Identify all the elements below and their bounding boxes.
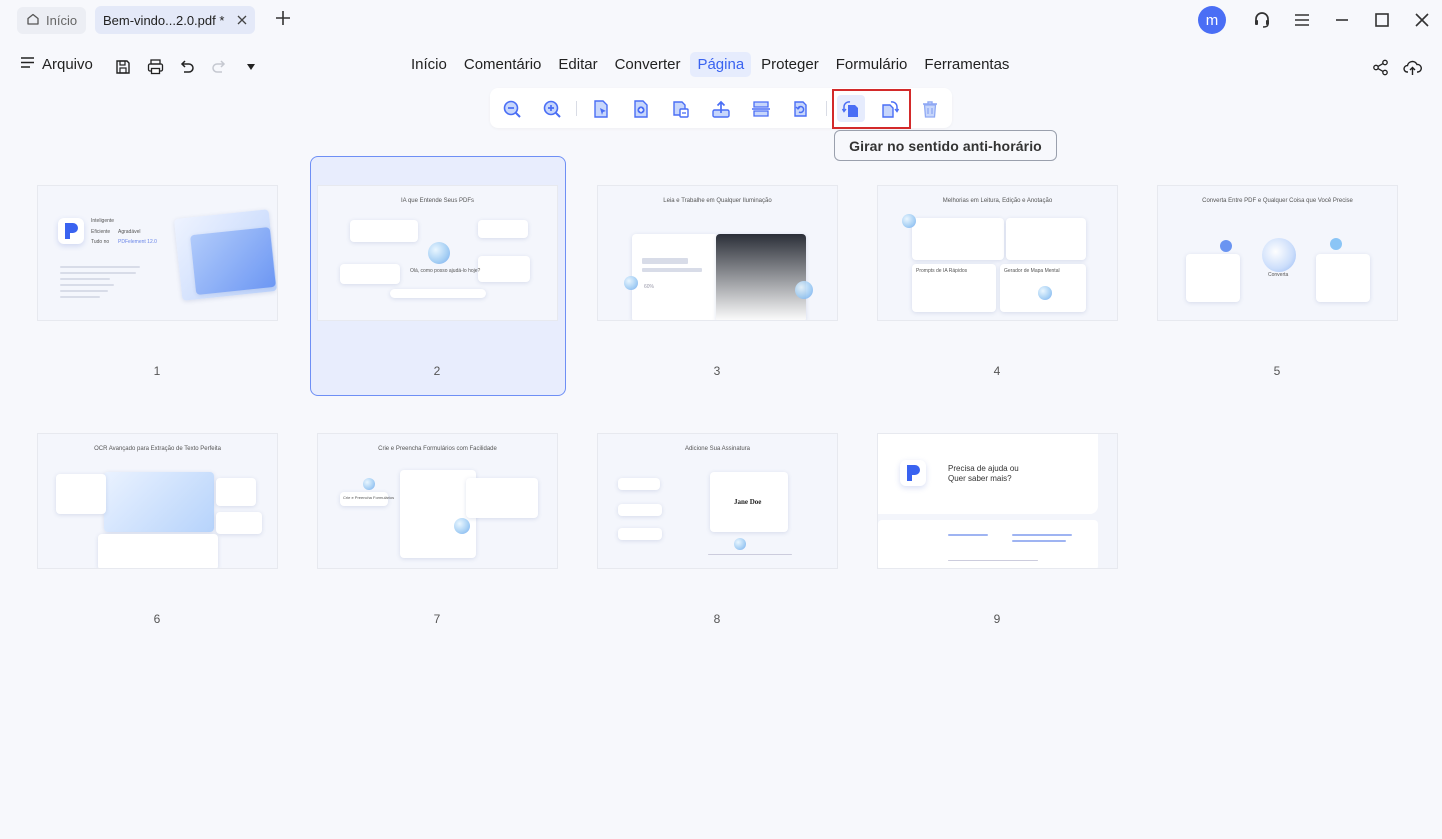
main-menu: Início Comentário Editar Converter Págin… (404, 52, 1019, 77)
home-tab[interactable]: Início (17, 7, 87, 34)
page2-title: IA que Entende Seus PDFs (400, 198, 475, 204)
page-thumbnail-7[interactable]: Crie e Preencha Formulários com Facilida… (317, 433, 558, 569)
close-tab-icon[interactable] (237, 12, 247, 29)
close-window-icon[interactable] (1410, 8, 1434, 32)
page3-title: Leia e Trabalhe em Qualquer Iluminação (663, 198, 772, 204)
insert-page-button[interactable] (629, 97, 653, 121)
page-thumbnail-4[interactable]: Melhorias em Leitura, Edição e Anotação … (877, 185, 1118, 321)
page-thumbnail-5[interactable]: Converta Entre PDF e Qualquer Coisa que … (1157, 185, 1398, 321)
zoom-in-button[interactable] (540, 97, 564, 121)
toolbar-divider (826, 101, 827, 116)
page1-text-2: Eficiente (91, 229, 111, 235)
page-number-6: 6 (153, 612, 161, 626)
title-bar: Início Bem-vindo...2.0.pdf * m (0, 0, 1442, 40)
page-thumbnail-3[interactable]: Leia e Trabalhe em Qualquer Iluminação 6… (597, 185, 838, 321)
page7-title: Crie e Preencha Formulários com Facilida… (378, 446, 497, 452)
page9-text-1: Precisa de ajuda ou (948, 464, 1019, 473)
page2-text-1: Olá, como posso ajudá-lo hoje? (410, 268, 481, 274)
print-icon[interactable] (144, 56, 166, 78)
user-avatar[interactable]: m (1198, 6, 1226, 34)
home-tab-label: Início (46, 13, 78, 28)
page-thumbnail-1[interactable]: Inteligente Eficiente Agradável Tudo no … (37, 185, 278, 321)
maximize-icon[interactable] (1370, 8, 1394, 32)
minimize-icon[interactable] (1330, 8, 1354, 32)
new-tab-button[interactable] (275, 8, 291, 30)
page8-title: Adicione Sua Assinatura (684, 446, 751, 452)
file-menu-button[interactable]: Arquivo (20, 56, 93, 73)
export-page-button[interactable] (709, 97, 733, 121)
menu-formulario[interactable]: Formulário (829, 52, 915, 77)
zoom-out-button[interactable] (500, 97, 524, 121)
extract-page-button[interactable] (589, 97, 613, 121)
split-page-button[interactable] (749, 97, 773, 121)
undo-icon[interactable] (176, 56, 198, 78)
document-tab[interactable]: Bem-vindo...2.0.pdf * (95, 6, 255, 34)
reverse-page-button[interactable] (789, 97, 813, 121)
page-number-4: 4 (993, 364, 1001, 378)
delete-page-button[interactable] (918, 97, 942, 121)
page-thumbnail-8[interactable]: Adicione Sua Assinatura Jane Doe (597, 433, 838, 569)
page1-text-5: PDFelement 12.0 (118, 239, 157, 245)
file-menu-label: Arquivo (42, 56, 93, 73)
page5-title: Converta Entre PDF e Qualquer Coisa que … (1202, 198, 1353, 204)
pdfelement-logo-icon (900, 460, 926, 486)
customize-toolbar-dropdown-icon[interactable] (240, 56, 262, 78)
menu-inicio[interactable]: Início (404, 52, 454, 77)
page4-text-2: Gerador de Mapa Mental (1004, 268, 1060, 274)
support-headset-icon[interactable] (1250, 8, 1274, 32)
page4-text-1: Prompts de IA Rápidos (916, 268, 968, 274)
page9-text-2: Quer saber mais? (948, 474, 1012, 483)
save-icon[interactable] (112, 56, 134, 78)
page-number-2: 2 (433, 364, 441, 378)
share-icon[interactable] (1369, 56, 1391, 78)
toolbar-divider (576, 101, 577, 116)
replace-page-button[interactable] (669, 97, 693, 121)
hamburger-menu-icon[interactable] (1290, 8, 1314, 32)
page-number-3: 3 (713, 364, 721, 378)
page-thumbnail-9[interactable]: Precisa de ajuda ou Quer saber mais? (877, 433, 1118, 569)
page8-text-1: Jane Doe (734, 498, 762, 506)
page-thumbnail-6[interactable]: OCR Avançado para Extração de Texto Perf… (37, 433, 278, 569)
menu-ferramentas[interactable]: Ferramentas (917, 52, 1016, 77)
page-number-9: 9 (993, 612, 1001, 626)
menu-bar: Arquivo Início Comentário Editar Convert… (0, 48, 1442, 84)
page1-text-4: Tudo no (91, 239, 110, 245)
menu-converter[interactable]: Converter (608, 52, 688, 77)
page-number-5: 5 (1273, 364, 1281, 378)
page-number-8: 8 (713, 612, 721, 626)
home-icon (26, 12, 40, 29)
page5-text-1: Converta (1268, 272, 1289, 278)
page-number-7: 7 (433, 612, 441, 626)
menu-editar[interactable]: Editar (551, 52, 604, 77)
rotate-buttons-highlight-box (832, 89, 911, 129)
document-tab-label: Bem-vindo...2.0.pdf * (103, 12, 225, 28)
tooltip: Girar no sentido anti-horário (834, 130, 1057, 161)
page1-text-1: Inteligente (91, 218, 115, 224)
hamburger-icon (20, 56, 35, 73)
page7-text-1: Crie e Preencha Formulários (343, 495, 395, 500)
page3-text-1: 60% (644, 284, 655, 290)
menu-pagina[interactable]: Página (690, 52, 752, 77)
page6-title: OCR Avançado para Extração de Texto Perf… (94, 446, 221, 452)
cloud-upload-icon[interactable] (1401, 56, 1423, 78)
page-thumbnail-2[interactable]: IA que Entende Seus PDFs Olá, como posso… (317, 185, 558, 321)
menu-comentario[interactable]: Comentário (457, 52, 549, 77)
page-number-1: 1 (153, 364, 161, 378)
menu-proteger[interactable]: Proteger (754, 52, 826, 77)
page1-text-3: Agradável (118, 229, 141, 235)
pdfelement-logo-icon (58, 218, 84, 244)
page4-title: Melhorias em Leitura, Edição e Anotação (942, 198, 1053, 204)
redo-icon (208, 56, 230, 78)
